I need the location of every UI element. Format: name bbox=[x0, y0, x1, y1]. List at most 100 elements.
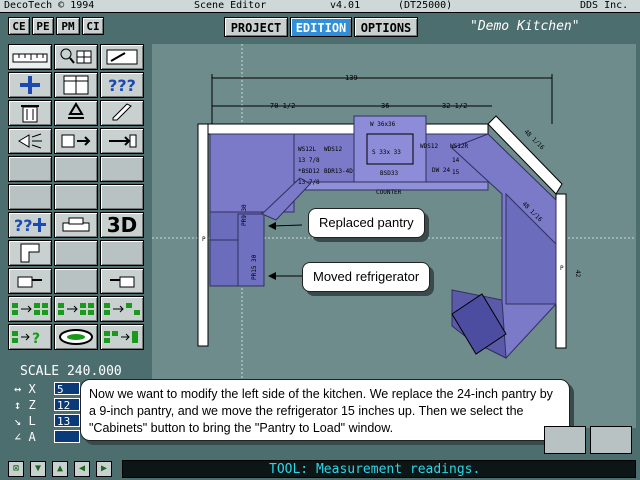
tab-options[interactable]: OPTIONS bbox=[354, 17, 418, 37]
tool-panel: ??? ?? 3D ? bbox=[8, 44, 146, 356]
grid-swap-button[interactable] bbox=[100, 296, 144, 322]
ws12r-label: WS12R bbox=[450, 143, 468, 150]
app-code: (DT25000) bbox=[398, 0, 453, 11]
scroll-right-button[interactable]: ▶ bbox=[96, 461, 112, 477]
dim-right-label: 32 1/2 bbox=[442, 102, 467, 110]
delete-button[interactable] bbox=[8, 100, 52, 126]
empty-tool-slot bbox=[8, 156, 52, 182]
mode-bar: CE PE PM CI PROJECT EDITION OPTIONS "Dem… bbox=[0, 13, 640, 39]
wds12-right-label: WDS12 bbox=[420, 143, 438, 150]
moved-refrigerator-callout: Moved refrigerator bbox=[302, 262, 431, 292]
arrow-down-icon: ▼ bbox=[34, 463, 42, 474]
mode-pm-button[interactable]: PM bbox=[56, 17, 80, 35]
svg-text:?: ? bbox=[32, 331, 40, 347]
edit-button[interactable] bbox=[100, 100, 144, 126]
app-version: v4.01 bbox=[330, 0, 361, 11]
mode-pe-button[interactable]: PE bbox=[32, 17, 54, 35]
printer-icon bbox=[62, 217, 90, 232]
corner-button[interactable] bbox=[8, 240, 52, 266]
sink-bot-label: BSD33 bbox=[380, 170, 398, 177]
dw-label: DW 24 bbox=[432, 167, 450, 174]
move-button[interactable] bbox=[100, 128, 144, 154]
b1378-label: 13 7/8 bbox=[298, 157, 320, 164]
status-bar: TOOL: Measurement readings. bbox=[122, 460, 636, 478]
measure-tool-button[interactable] bbox=[8, 44, 52, 70]
project-name: "Demo Kitchen" bbox=[470, 19, 580, 34]
scroll-down-button[interactable]: ▼ bbox=[30, 461, 46, 477]
recycle-button[interactable] bbox=[54, 100, 98, 126]
coord-axis: A bbox=[28, 430, 36, 444]
tab-project[interactable]: PROJECT bbox=[224, 17, 288, 37]
help-button[interactable]: ??? bbox=[100, 72, 144, 98]
question-plus-icon: ?? bbox=[14, 216, 46, 235]
empty-tool-slot bbox=[54, 184, 98, 210]
mode-ce-button[interactable]: CE bbox=[8, 17, 30, 35]
empty-tool-slot bbox=[100, 156, 144, 182]
fit-view-button[interactable]: ⊠ bbox=[8, 461, 24, 477]
coord-axis: X bbox=[28, 382, 36, 396]
empty-tool-slot bbox=[54, 240, 98, 266]
ellipse-icon bbox=[59, 329, 93, 345]
grid-question-icon: ? bbox=[12, 331, 40, 347]
coord-axis: L bbox=[28, 414, 36, 428]
replaced-pantry-callout: Replaced pantry bbox=[308, 208, 425, 238]
pr930-label: PR9 30 bbox=[241, 204, 248, 226]
cabinets-button[interactable] bbox=[54, 72, 98, 98]
magnifier-grid-icon bbox=[60, 48, 92, 64]
arrow-left-icon: ◀ bbox=[78, 463, 86, 474]
coord-a-field[interactable] bbox=[54, 430, 80, 443]
n14-label: 14 bbox=[452, 157, 460, 164]
x-arrow-icon: ↔ bbox=[14, 382, 29, 396]
grid-arrow-icon bbox=[104, 303, 140, 315]
arrow-head-icon bbox=[268, 272, 276, 280]
grid-arrow-icon bbox=[58, 303, 94, 315]
pointer-right-button[interactable] bbox=[100, 268, 144, 294]
printer-button[interactable] bbox=[54, 212, 98, 238]
move-arrow-icon bbox=[109, 134, 137, 148]
light-button[interactable] bbox=[8, 128, 52, 154]
grid-align-button[interactable] bbox=[100, 324, 144, 350]
dim-left-label: 70 1/2 bbox=[270, 102, 295, 110]
scroll-left-button[interactable]: ◀ bbox=[74, 461, 90, 477]
coord-row-l: ↘ L 13 bbox=[14, 414, 80, 428]
dim-total-label: 139 bbox=[345, 74, 358, 82]
zoom-grid-button[interactable] bbox=[54, 44, 98, 70]
tab-edition[interactable]: EDITION bbox=[290, 17, 352, 37]
grid-copy-button[interactable] bbox=[54, 296, 98, 322]
empty-tool-slot bbox=[54, 156, 98, 182]
company-name: DDS Inc. bbox=[580, 0, 629, 11]
sink-mid-label: S 33x 33 bbox=[372, 149, 401, 156]
view-3d-button[interactable]: 3D bbox=[100, 212, 144, 238]
empty-tool-slot bbox=[54, 268, 98, 294]
arrow-right-icon: ▶ bbox=[100, 463, 108, 474]
grid-move-button[interactable] bbox=[8, 296, 52, 322]
counter-label: COUNTER bbox=[376, 189, 402, 196]
coord-l-field[interactable]: 13 bbox=[54, 414, 80, 428]
empty-tool-slot bbox=[8, 184, 52, 210]
corner-icon bbox=[20, 243, 40, 263]
empty-panel bbox=[590, 426, 632, 454]
wall bbox=[197, 123, 489, 135]
fit-icon: ⊠ bbox=[12, 463, 20, 474]
coord-axis: Z bbox=[28, 398, 36, 412]
add-item-button[interactable] bbox=[8, 72, 52, 98]
n42-label: 42 bbox=[574, 270, 581, 278]
scroll-up-button[interactable]: ▲ bbox=[52, 461, 68, 477]
empty-tool-slot bbox=[100, 184, 144, 210]
coord-z-field[interactable]: 12 bbox=[54, 398, 80, 412]
callout-arrow bbox=[271, 224, 303, 227]
resize-icon bbox=[106, 49, 138, 65]
cycle-button[interactable] bbox=[54, 324, 98, 350]
app-copyright: DecoTech © 1994 bbox=[4, 0, 95, 11]
grid-query-button[interactable]: ? bbox=[8, 324, 52, 350]
pointer-left-button[interactable] bbox=[8, 268, 52, 294]
mode-ci-button[interactable]: CI bbox=[82, 17, 104, 35]
bdr-label: BDR13-4D bbox=[324, 168, 353, 175]
rotate-button[interactable] bbox=[54, 128, 98, 154]
b1378b-label: 13 7/8 bbox=[298, 179, 320, 186]
coord-x-field[interactable]: 5 bbox=[54, 382, 80, 396]
resize-button[interactable] bbox=[100, 44, 144, 70]
arrow-head-icon bbox=[268, 222, 276, 230]
query-add-button[interactable]: ?? bbox=[8, 212, 52, 238]
svg-text:??: ?? bbox=[14, 216, 33, 235]
